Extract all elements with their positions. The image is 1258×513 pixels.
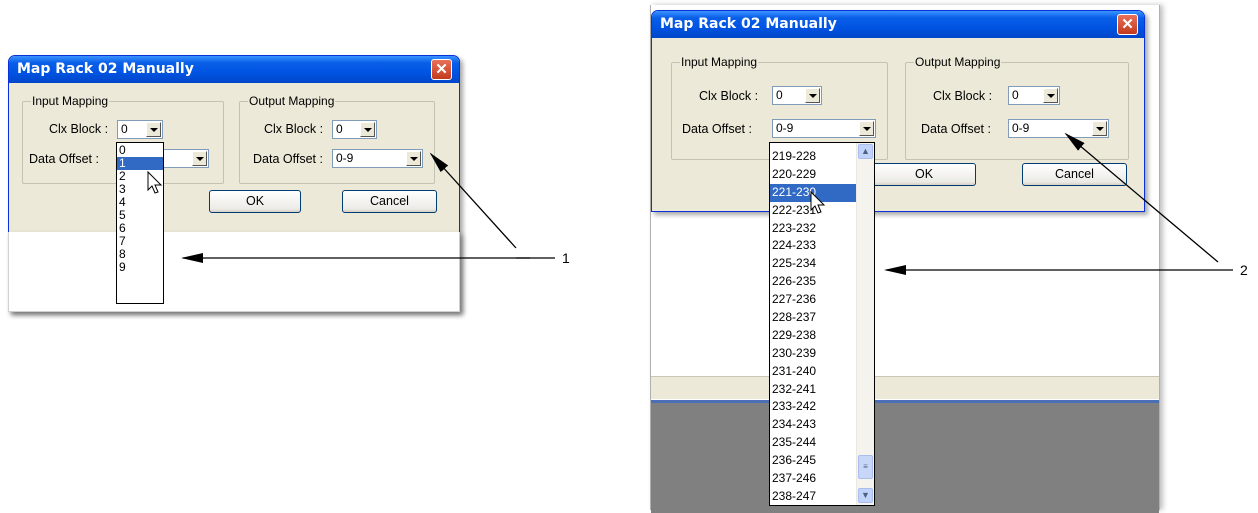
right-input-clx-value: 0 — [776, 88, 783, 102]
right-input-offset-value: 0-9 — [776, 121, 794, 135]
right-dropdown-option[interactable]: 229-238 — [770, 327, 857, 345]
left-output-offset-value: 0-9 — [336, 151, 354, 165]
right-dropdown-option[interactable]: 231-240 — [770, 363, 857, 381]
left-output-mapping-group: Output Mapping — [239, 94, 435, 184]
right-dropdown-option[interactable]: 233-242 — [770, 398, 857, 416]
right-status-strip — [651, 376, 1159, 399]
right-output-clx-value: 0 — [1012, 88, 1019, 102]
right-dropdown-option[interactable]: 235-244 — [770, 434, 857, 452]
right-dropdown-option[interactable]: 232-241 — [770, 381, 857, 399]
chevron-down-icon[interactable] — [146, 122, 161, 137]
left-clx-dropdown-list[interactable]: 0123456789 — [116, 142, 164, 304]
right-output-offset-combo[interactable]: 0-9 — [1008, 119, 1109, 138]
right-output-offset-value: 0-9 — [1012, 121, 1030, 135]
right-input-offset-label: Data Offset : — [682, 122, 752, 136]
left-output-clx-value: 0 — [336, 122, 343, 136]
scroll-up-icon[interactable]: ▲ — [858, 144, 873, 159]
callout-label-2: 2 — [1240, 262, 1248, 278]
left-dialog-title: Map Rack 02 Manually — [17, 61, 194, 77]
right-input-clx-combo[interactable]: 0 — [772, 86, 822, 105]
right-dropdown-option[interactable]: 234-243 — [770, 416, 857, 434]
scroll-down-icon[interactable]: ▼ — [858, 488, 873, 503]
chevron-down-icon[interactable] — [859, 121, 874, 136]
right-output-clx-label: Clx Block : — [933, 89, 993, 103]
right-dialog-window: Map Rack 02 Manually ✕ Input Mapping Out… — [651, 10, 1145, 212]
chevron-down-icon[interactable] — [805, 88, 820, 103]
scroll-thumb[interactable]: ≡ — [858, 455, 873, 479]
left-input-clx-label: Clx Block : — [49, 122, 109, 136]
right-dropdown-option[interactable]: 225-234 — [770, 255, 857, 273]
right-dropdown-option[interactable]: 222-231 — [770, 202, 857, 220]
right-gray-area — [651, 400, 1159, 513]
right-output-mapping-group: Output Mapping — [905, 55, 1129, 160]
right-offset-dropdown-items: 219-228 220-229 221-230 222-231 223-232 224-2… — [770, 148, 857, 505]
left-dropdown-option[interactable]: 9 — [117, 261, 163, 274]
left-output-offset-combo[interactable]: 0-9 — [332, 149, 423, 168]
left-input-mapping-title: Input Mapping — [31, 94, 110, 108]
left-background-panel — [8, 232, 460, 312]
right-dropdown-option[interactable]: 230-239 — [770, 345, 857, 363]
right-dropdown-option[interactable]: 224-233 — [770, 237, 857, 255]
right-close-icon[interactable]: ✕ — [1117, 14, 1138, 35]
right-dropdown-option[interactable]: 236-245 — [770, 452, 857, 470]
right-input-mapping-title: Input Mapping — [680, 55, 759, 69]
left-output-clx-label: Clx Block : — [264, 122, 324, 136]
right-input-clx-label: Clx Block : — [699, 89, 759, 103]
chevron-down-icon[interactable] — [1092, 121, 1107, 136]
right-dropdown-option[interactable]: 238-247 — [770, 488, 857, 505]
right-dropdown-option[interactable]: 226-235 — [770, 273, 857, 291]
right-dropdown-option[interactable]: 223-232 — [770, 220, 857, 238]
chevron-down-icon[interactable] — [192, 151, 207, 166]
left-output-offset-label: Data Offset : — [253, 152, 323, 166]
right-input-offset-combo[interactable]: 0-9 — [772, 119, 876, 138]
right-dropdown-option[interactable]: 221-230 — [770, 183, 857, 202]
chevron-down-icon[interactable] — [1043, 88, 1058, 103]
left-input-clx-value: 0 — [121, 122, 128, 136]
right-cancel-button[interactable]: Cancel — [1022, 163, 1127, 186]
right-dropdown-option[interactable]: 228-237 — [770, 309, 857, 327]
right-dialog-titlebar[interactable]: Map Rack 02 Manually — [652, 11, 1144, 38]
callout-label-1: 1 — [562, 250, 570, 266]
right-output-clx-combo[interactable]: 0 — [1008, 86, 1060, 105]
left-cancel-button[interactable]: Cancel — [342, 190, 437, 213]
left-input-clx-combo[interactable]: 0 — [117, 120, 163, 139]
left-output-mapping-title: Output Mapping — [248, 94, 336, 108]
right-offset-dropdown-list[interactable]: 219-228 220-229 221-230 222-231 223-232 224-2… — [769, 142, 875, 506]
right-output-mapping-title: Output Mapping — [914, 55, 1002, 69]
chevron-down-icon[interactable] — [360, 122, 375, 137]
right-dialog-title: Map Rack 02 Manually — [660, 16, 837, 32]
right-dropdown-scrollbar[interactable]: ▲ ≡ ▼ — [856, 143, 874, 505]
left-dialog-titlebar[interactable]: Map Rack 02 Manually — [9, 56, 459, 83]
right-dropdown-option[interactable]: 220-229 — [770, 166, 857, 184]
right-ok-button[interactable]: OK — [872, 163, 976, 186]
right-dialog-client: Input Mapping Output Mapping Clx Block :… — [655, 38, 1141, 208]
right-dropdown-option[interactable]: 237-246 — [770, 470, 857, 488]
right-output-offset-label: Data Offset : — [921, 122, 991, 136]
chevron-down-icon[interactable] — [406, 151, 421, 166]
left-ok-button[interactable]: OK — [209, 190, 301, 213]
left-input-offset-label: Data Offset : — [29, 152, 99, 166]
left-close-icon[interactable]: ✕ — [431, 59, 452, 80]
left-output-clx-combo[interactable]: 0 — [332, 120, 377, 139]
right-dropdown-option[interactable]: 219-228 — [770, 148, 857, 166]
right-dropdown-option[interactable]: 227-236 — [770, 291, 857, 309]
